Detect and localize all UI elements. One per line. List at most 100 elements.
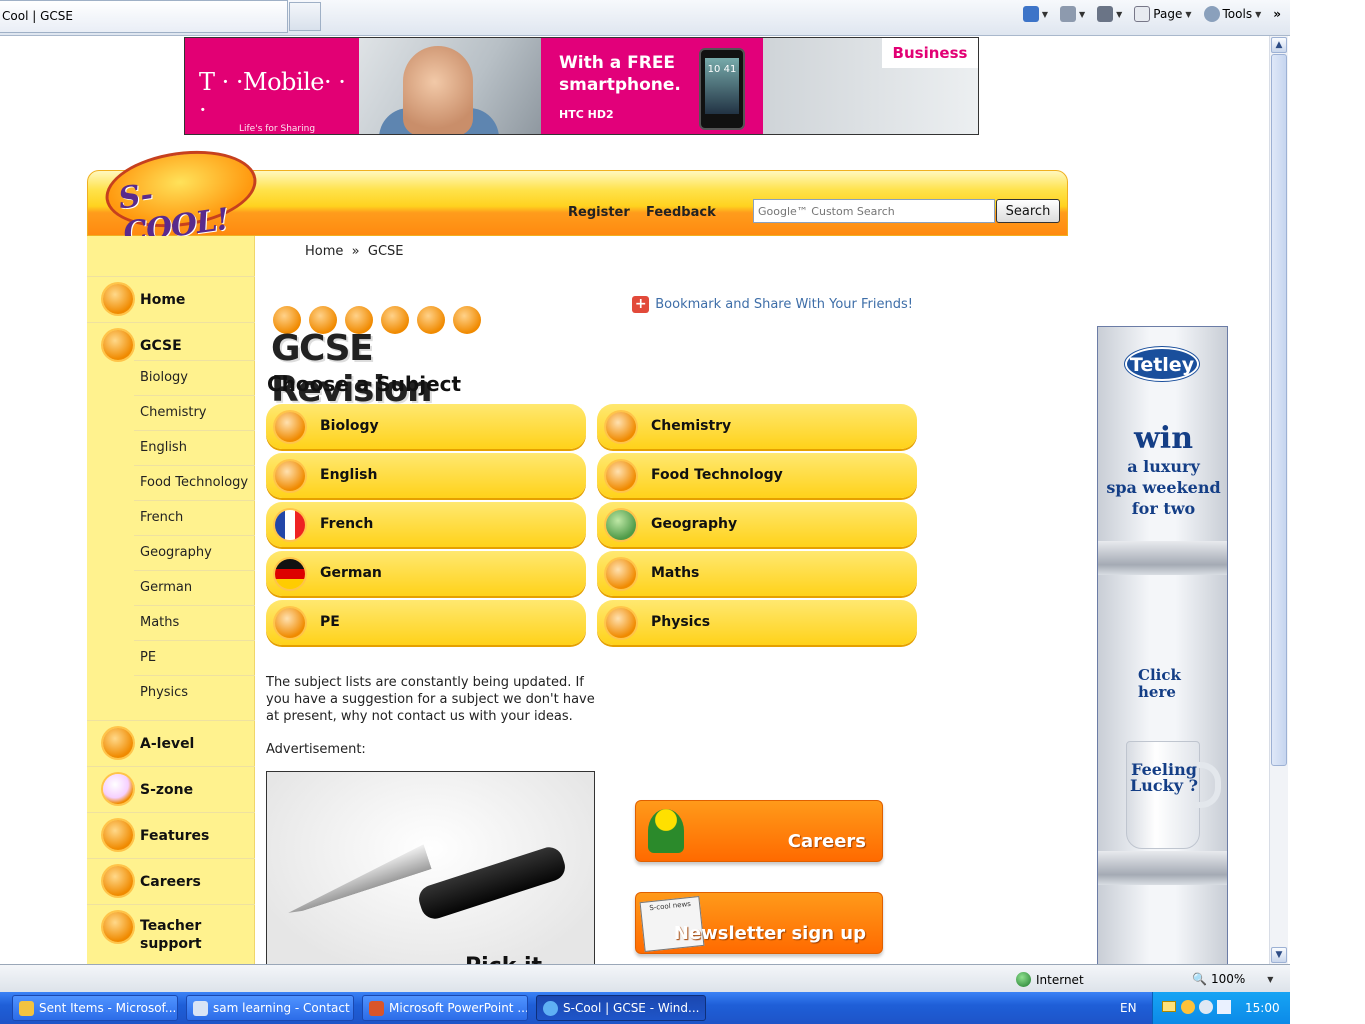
sidebar-item-features[interactable]: Features	[87, 812, 255, 858]
pe-icon	[275, 608, 305, 638]
outlook-icon	[19, 1001, 34, 1016]
subject-button-pe[interactable]: PE	[266, 600, 586, 645]
careers-icon	[648, 809, 684, 853]
sidebar-sub-food-technology[interactable]: Food Technology	[134, 465, 255, 500]
scool-logo[interactable]: S-COOL!	[100, 141, 262, 251]
feedback-link[interactable]: Feedback	[646, 205, 716, 220]
scroll-down-icon[interactable]: ▼	[1271, 947, 1287, 963]
language-indicator[interactable]: EN	[1120, 1001, 1137, 1015]
zoom-icon: 🔍	[1192, 972, 1207, 986]
zoom-control[interactable]: 🔍 100% ▼	[1192, 972, 1273, 986]
window-icon	[193, 1001, 208, 1016]
tmobile-photo	[359, 38, 541, 134]
geography-icon	[606, 510, 636, 540]
sidebar-sub-geography[interactable]: Geography	[134, 535, 255, 570]
sidebar-sub-english[interactable]: English	[134, 430, 255, 465]
subject-button-physics[interactable]: Physics	[597, 600, 917, 645]
bookmark-share-link[interactable]: + Bookmark and Share With Your Friends!	[632, 296, 913, 313]
subject-button-geography[interactable]: Geography	[597, 502, 917, 547]
newsletter-signup-button[interactable]: S-cool news Newsletter sign up	[635, 892, 883, 954]
french-flag-icon	[275, 510, 305, 540]
german-flag-icon	[275, 559, 305, 589]
page-menu[interactable]: Page ▼	[1131, 4, 1194, 24]
scool-site: Register Feedback Search S-COOL! Home GC…	[87, 141, 1228, 978]
knife-handle-image	[415, 843, 569, 923]
alevel-icon	[103, 728, 133, 758]
sidebar-sub-german[interactable]: German	[134, 570, 255, 605]
browser-commands: ▼ ▼ ▼ Page ▼ Tools ▼ »	[1020, 4, 1284, 24]
subject-button-german[interactable]: German	[266, 551, 586, 596]
sidebar-sub-physics[interactable]: Physics	[134, 675, 255, 710]
taskbar-item-sam-learning[interactable]: sam learning - Contact	[186, 995, 354, 1021]
subject-button-chemistry[interactable]: Chemistry	[597, 404, 917, 449]
careers-icon	[103, 866, 133, 896]
sidebar-sub-maths[interactable]: Maths	[134, 605, 255, 640]
sidebar-sub-chemistry[interactable]: Chemistry	[134, 395, 255, 430]
english-icon	[275, 461, 305, 491]
breadcrumb[interactable]: Home » GCSE	[305, 244, 404, 259]
sidebar-item-gcse[interactable]: GCSE	[87, 322, 255, 360]
print-button[interactable]: ▼	[1094, 4, 1125, 24]
tetley-logo: Tetley	[1125, 347, 1199, 381]
mail-icon[interactable]	[1162, 1001, 1176, 1012]
home-button[interactable]: ▼	[1020, 4, 1051, 24]
szone-icon	[103, 774, 133, 804]
new-tab-button[interactable]	[289, 2, 321, 31]
tools-menu[interactable]: Tools ▼	[1201, 4, 1265, 24]
scroll-thumb[interactable]	[1271, 54, 1287, 766]
tmobile-offer: With a FREE smartphone. HTC HD2 10 41	[541, 38, 763, 134]
browser-tab[interactable]: Cool | GCSE	[0, 0, 288, 33]
careers-promo-button[interactable]: Careers	[635, 800, 883, 862]
network-icon[interactable]	[1217, 1000, 1231, 1014]
sidebar-sub-biology[interactable]: Biology	[134, 360, 255, 395]
tools-icon	[1203, 6, 1220, 22]
scroll-up-icon[interactable]: ▲	[1271, 37, 1287, 53]
vertical-scrollbar[interactable]: ▲ ▼	[1269, 36, 1288, 964]
sidebar-sub-pe[interactable]: PE	[134, 640, 255, 675]
sidebar-item-a-level[interactable]: A-level	[87, 720, 255, 766]
sidebar: Home GCSE Biology Chemistry English Food…	[87, 236, 255, 964]
food-technology-icon	[606, 461, 636, 491]
browser-status-bar: Internet 🔍 100% ▼	[0, 964, 1290, 992]
register-link[interactable]: Register	[568, 205, 630, 220]
taskbar-item-internet-explorer[interactable]: S-Cool | GCSE - Wind...	[536, 995, 706, 1021]
clock[interactable]: 15:00	[1245, 1001, 1280, 1015]
subject-button-maths[interactable]: Maths	[597, 551, 917, 596]
subject-button-food-technology[interactable]: Food Technology	[597, 453, 917, 498]
choose-subject-heading: Choose a Subject	[267, 372, 462, 396]
windows-taskbar: Sent Items - Microsof... sam learning - …	[0, 992, 1290, 1024]
sidebar-sub-french[interactable]: French	[134, 500, 255, 535]
security-zone: Internet	[1016, 972, 1084, 987]
knife-blade-image	[281, 844, 432, 915]
security-icon[interactable]	[1199, 1000, 1213, 1014]
search-button[interactable]: Search	[996, 199, 1060, 223]
home-icon	[1022, 6, 1039, 22]
advertisement-label: Advertisement:	[266, 742, 366, 757]
chemistry-icon	[606, 412, 636, 442]
feeds-button[interactable]: ▼	[1057, 4, 1088, 24]
knife-ad[interactable]: Pick it	[266, 771, 595, 964]
sidebar-item-s-zone[interactable]: S-zone	[87, 766, 255, 812]
sidebar-item-home[interactable]: Home	[87, 276, 255, 322]
search-input[interactable]	[753, 199, 995, 223]
tmobile-logo: T · ·Mobile· · · Life's for Sharing	[185, 38, 359, 134]
system-tray: 15:00	[1152, 992, 1290, 1024]
internet-explorer-icon	[543, 1001, 558, 1016]
powerpoint-icon	[369, 1001, 384, 1016]
taskbar-item-outlook[interactable]: Sent Items - Microsof...	[12, 995, 178, 1021]
sidebar-item-careers[interactable]: Careers	[87, 858, 255, 904]
maths-icon	[606, 559, 636, 589]
toolbar-overflow[interactable]: »	[1270, 5, 1284, 23]
taskbar-item-powerpoint[interactable]: Microsoft PowerPoint ...	[362, 995, 528, 1021]
subject-button-english[interactable]: English	[266, 453, 586, 498]
tmobile-banner-ad[interactable]: T · ·Mobile· · · Life's for Sharing With…	[184, 37, 979, 135]
messenger-icon[interactable]	[1181, 1000, 1195, 1014]
sidebar-item-teacher-support[interactable]: Teacher support	[87, 904, 255, 964]
browser-toolbar: Cool | GCSE ▼ ▼ ▼ Page ▼ Tools ▼ »	[0, 0, 1290, 36]
tetley-skyscraper-ad[interactable]: Tetley win a luxury spa weekend for two …	[1097, 326, 1228, 978]
subject-button-french[interactable]: French	[266, 502, 586, 547]
subject-button-biology[interactable]: Biology	[266, 404, 586, 449]
gcse-icon	[103, 330, 133, 360]
print-icon	[1097, 6, 1114, 22]
smartphone-image: 10 41	[699, 48, 745, 130]
